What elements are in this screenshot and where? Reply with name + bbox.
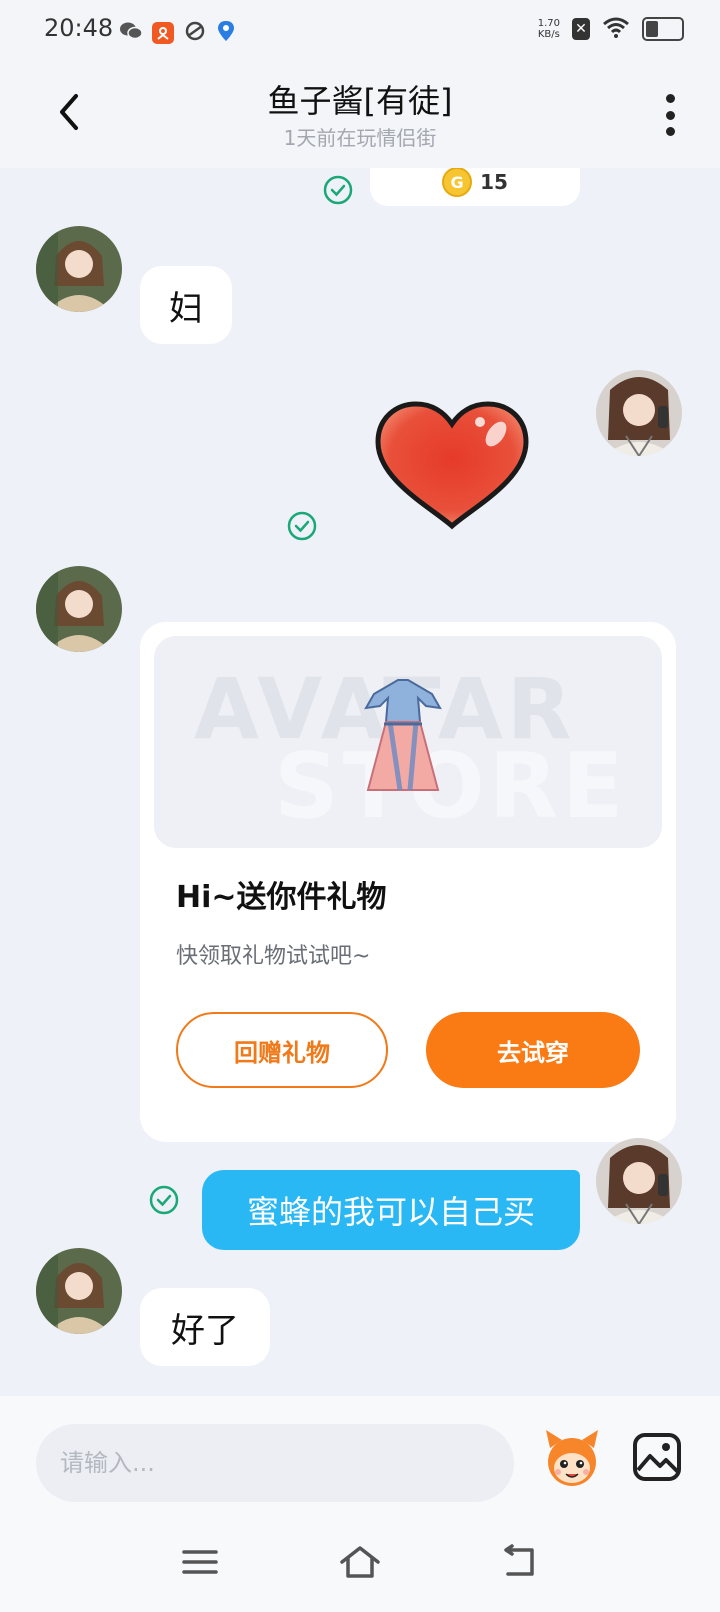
- gift-message-card[interactable]: AVATAR STORE Hi~送你件礼物 快领取礼物试试吧~ 回赠礼物 去试穿: [140, 622, 676, 1142]
- message-text: 妇: [169, 288, 203, 329]
- coin-count: 15: [480, 170, 508, 194]
- coin-gift-card[interactable]: G 15: [370, 168, 580, 206]
- wechat-icon: [120, 21, 143, 45]
- more-dot-icon: [665, 94, 675, 103]
- location-icon: [216, 20, 236, 46]
- menu-nav-button[interactable]: [180, 1542, 220, 1582]
- heart-sticker[interactable]: [372, 400, 532, 532]
- my-avatar[interactable]: [596, 370, 682, 456]
- read-check-icon: [287, 511, 317, 541]
- network-speed-value: 1.70: [537, 18, 560, 29]
- gift-title: Hi~送你件礼物: [176, 880, 387, 915]
- sync-icon: [184, 20, 206, 46]
- input-bar: [0, 1396, 720, 1508]
- read-check-icon: [323, 175, 353, 205]
- system-nav-bar: [0, 1508, 720, 1612]
- network-speed-unit: KB/s: [537, 29, 560, 40]
- page-title: 鱼子酱[有徒]: [267, 82, 453, 120]
- network-speed: 1.70 KB/s: [538, 18, 560, 40]
- mascot-emoji-icon: [546, 1430, 598, 1486]
- status-time: 20:48: [44, 14, 114, 42]
- banner-text: STORE: [274, 734, 628, 839]
- message-text: 好了: [171, 1310, 239, 1351]
- back-nav-button[interactable]: [500, 1542, 540, 1582]
- image-icon: [633, 1433, 681, 1481]
- page-subtitle: 1天前在玩情侣街: [283, 126, 437, 150]
- message-bubble[interactable]: 蜜蜂的我可以自己买: [202, 1170, 580, 1250]
- battery-icon: [642, 17, 684, 41]
- notification-icons: [120, 20, 236, 46]
- message-input[interactable]: [36, 1424, 514, 1502]
- dress-icon: [364, 679, 442, 791]
- chat-list[interactable]: G 15 妇 AVATAR STORE Hi~送你件礼物 快领取礼物试试吧~ 回…: [0, 168, 720, 1396]
- message-bubble[interactable]: 妇: [140, 266, 232, 344]
- contact-avatar[interactable]: [36, 1248, 122, 1334]
- read-check-icon: [149, 1185, 179, 1215]
- system-icons: 1.70 KB/s ✕: [538, 16, 684, 42]
- close-icon: ✕: [572, 18, 590, 40]
- more-options-button[interactable]: [664, 94, 676, 136]
- menu-icon: [182, 1550, 218, 1574]
- chat-header: 鱼子酱[有徒] 1天前在玩情侣街: [0, 62, 720, 168]
- wifi-icon: [602, 16, 630, 42]
- gift-subtitle: 快领取礼物试试吧~: [176, 944, 371, 969]
- emoji-button[interactable]: [540, 1426, 604, 1490]
- more-dot-icon: [665, 127, 675, 136]
- return-gift-button[interactable]: 回赠礼物: [176, 1012, 388, 1088]
- contact-avatar[interactable]: [36, 566, 122, 652]
- app-icon: [152, 22, 174, 44]
- heart-icon: [375, 401, 529, 530]
- my-avatar[interactable]: [596, 1138, 682, 1224]
- more-dot-icon: [665, 110, 675, 120]
- image-button[interactable]: [632, 1432, 682, 1482]
- message-bubble[interactable]: 好了: [140, 1288, 270, 1366]
- message-text: 蜜蜂的我可以自己买: [246, 1193, 535, 1231]
- status-bar: 20:48 1.70 KB/s ✕: [0, 0, 720, 62]
- try-on-button[interactable]: 去试穿: [426, 1012, 640, 1088]
- gift-banner: AVATAR STORE: [154, 636, 662, 848]
- home-icon: [340, 1546, 380, 1578]
- return-icon: [504, 1544, 534, 1576]
- contact-avatar[interactable]: [36, 226, 122, 312]
- coin-icon: G: [442, 168, 473, 197]
- home-nav-button[interactable]: [338, 1542, 380, 1582]
